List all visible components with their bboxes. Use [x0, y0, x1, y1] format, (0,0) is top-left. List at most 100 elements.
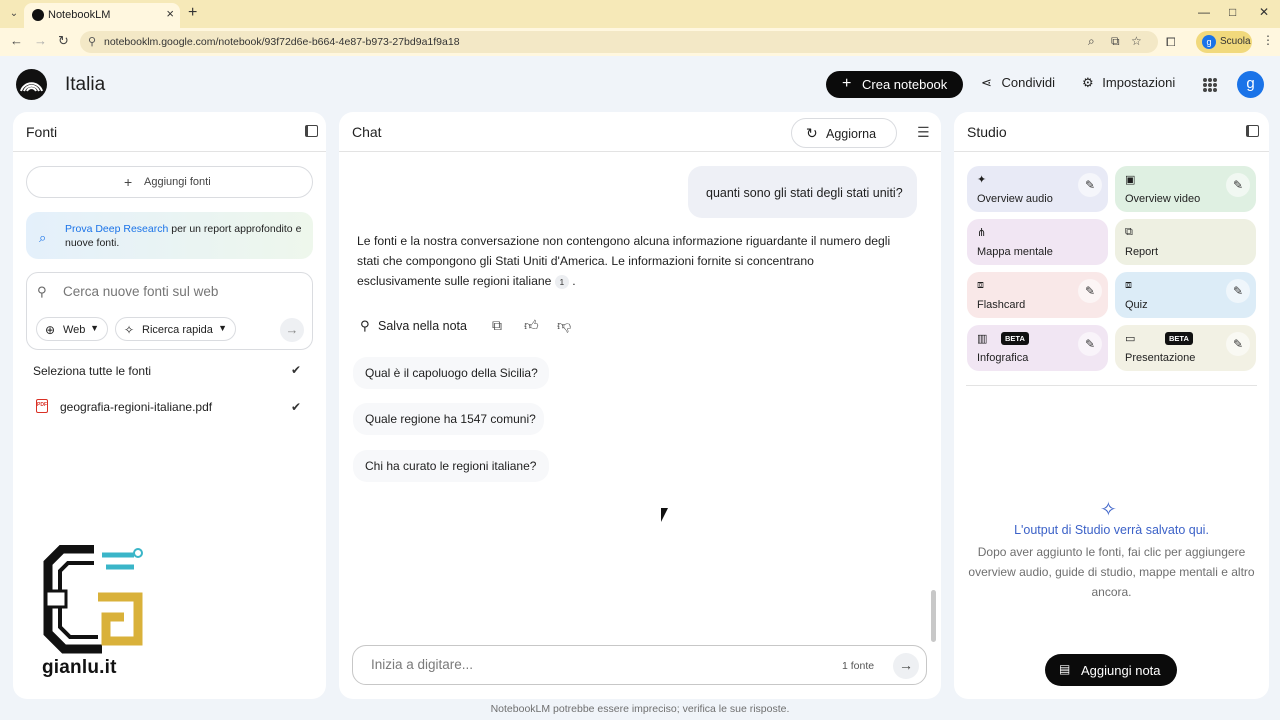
- send-button[interactable]: →: [893, 653, 919, 679]
- collapse-panel-icon[interactable]: [1246, 125, 1259, 137]
- share-button[interactable]: ⋖ Condividi: [981, 75, 1055, 91]
- chevron-down-icon: ▼: [218, 323, 227, 333]
- refresh-button[interactable]: ↻ Aggiorna: [791, 118, 897, 148]
- studio-empty-title: L'output di Studio verrà salvato qui.: [1014, 523, 1209, 537]
- presentation-icon: ▭: [1125, 333, 1136, 345]
- chat-header: Chat ↻ Aggiorna ☰: [339, 112, 941, 152]
- plus-icon: +: [124, 174, 133, 190]
- search-mode-dropdown[interactable]: ✧ Ricerca rapida ▼: [115, 317, 236, 341]
- chat-composer: 1 fonte →: [352, 645, 927, 685]
- apps-grid-icon[interactable]: [1203, 78, 1217, 92]
- browser-tabstrip: ⌄ NotebookLM × + — □ ✕: [0, 0, 1280, 28]
- tab-search-icon[interactable]: ⌄: [6, 6, 22, 22]
- citation-badge[interactable]: 1: [554, 274, 569, 289]
- edit-pencil-icon[interactable]: ✎: [1078, 173, 1102, 197]
- refresh-label: Aggiorna: [826, 127, 877, 141]
- studio-title: Studio: [967, 124, 1007, 140]
- tile-label: Overview video: [1125, 193, 1201, 205]
- tile-label: Report: [1125, 246, 1159, 258]
- audio-waveform-icon: ✦: [977, 174, 987, 186]
- suggested-question[interactable]: Qual è il capoluogo della Sicilia?: [353, 357, 549, 389]
- chat-title: Chat: [352, 124, 382, 140]
- browser-menu-icon[interactable]: ⋮: [1262, 33, 1274, 47]
- chat-input[interactable]: [371, 657, 811, 672]
- maximize-window-icon[interactable]: □: [1229, 5, 1236, 19]
- save-to-note-button[interactable]: ⚲ Salva nella nota: [353, 312, 476, 340]
- edit-pencil-icon[interactable]: ✎: [1078, 332, 1102, 356]
- studio-tile-overview-video[interactable]: ▣ Overview video ✎: [1115, 166, 1256, 212]
- edit-pencil-icon[interactable]: ✎: [1226, 279, 1250, 303]
- suggested-question[interactable]: Quale regione ha 1547 comuni?: [353, 403, 544, 435]
- pin-icon: ⚲: [360, 318, 370, 333]
- create-notebook-button[interactable]: + Crea notebook: [826, 71, 963, 98]
- chat-panel: Chat ↻ Aggiorna ☰ quanti sono gli stati …: [339, 112, 941, 699]
- user-message: quanti sono gli stati degli stati uniti?: [688, 166, 917, 218]
- search-mode-label: Ricerca rapida: [142, 324, 213, 336]
- chat-settings-icon[interactable]: ☰: [917, 124, 930, 141]
- back-icon[interactable]: ←: [10, 33, 23, 48]
- edit-pencil-icon[interactable]: ✎: [1078, 279, 1102, 303]
- select-all-label: Seleziona tutte le fonti: [33, 364, 152, 378]
- browser-tab[interactable]: NotebookLM ×: [24, 3, 180, 28]
- studio-tile-infographic[interactable]: ▥ BETA Infografica ✎: [967, 325, 1108, 371]
- studio-tile-flashcard[interactable]: ⧈ Flashcard ✎: [967, 272, 1108, 318]
- quiz-icon: ⧈: [1125, 279, 1132, 291]
- copy-icon[interactable]: ⧉: [492, 317, 502, 334]
- deep-research-link[interactable]: Prova Deep Research: [65, 223, 168, 235]
- source-item-name[interactable]: geografia-regioni-italiane.pdf: [60, 400, 212, 414]
- sources-title: Fonti: [26, 124, 58, 140]
- zoom-icon[interactable]: ⌕: [1088, 34, 1095, 49]
- globe-icon: ⊕: [45, 323, 56, 337]
- tile-label: Quiz: [1125, 299, 1148, 311]
- note-icon: ▤: [1059, 662, 1071, 676]
- tile-label: Infografica: [977, 352, 1029, 364]
- add-sources-button[interactable]: + Aggiungi fonti: [26, 166, 313, 198]
- bookmark-star-icon[interactable]: ☆: [1131, 34, 1142, 48]
- add-note-button[interactable]: ▤ Aggiungi nota: [1045, 654, 1177, 686]
- gianlu-watermark-logo: gianlu.it: [42, 544, 150, 683]
- extensions-icon[interactable]: ⧠: [1166, 35, 1176, 50]
- suggested-question[interactable]: Chi ha curato le regioni italiane?: [353, 450, 549, 482]
- chevron-down-icon: ▼: [90, 323, 99, 333]
- search-submit-button[interactable]: →: [280, 318, 304, 342]
- thumbs-up-icon[interactable]: 👍︎: [524, 317, 539, 334]
- share-icon: ⋖: [981, 75, 992, 90]
- web-search-input[interactable]: [63, 284, 293, 299]
- divider: [966, 385, 1257, 386]
- forward-icon[interactable]: →: [34, 33, 47, 48]
- studio-tile-quiz[interactable]: ⧈ Quiz ✎: [1115, 272, 1256, 318]
- edit-pencil-icon[interactable]: ✎: [1226, 332, 1250, 356]
- deep-research-text: Prova Deep Research per un report approf…: [65, 222, 305, 250]
- cast-icon[interactable]: ⧉: [1111, 34, 1120, 49]
- source-item-checkbox[interactable]: ✔: [289, 400, 303, 414]
- studio-tile-overview-audio[interactable]: ✦ Overview audio ✎: [967, 166, 1108, 212]
- assistant-answer: Le fonti e la nostra conversazione non c…: [357, 231, 897, 291]
- deep-research-banner[interactable]: ⌕ Prova Deep Research per un report appr…: [26, 212, 313, 259]
- reload-icon[interactable]: ↻: [58, 33, 69, 49]
- account-avatar[interactable]: g: [1237, 71, 1264, 98]
- thumbs-down-icon[interactable]: 👎︎: [557, 317, 571, 334]
- source-type-label: Web: [63, 324, 86, 336]
- source-type-dropdown[interactable]: ⊕ Web ▼: [36, 317, 108, 341]
- settings-button[interactable]: ⚙ Impostazioni: [1082, 75, 1175, 91]
- collapse-panel-icon[interactable]: [305, 125, 318, 137]
- edit-pencil-icon[interactable]: ✎: [1226, 173, 1250, 197]
- sparkle-search-icon: ✧: [124, 323, 135, 337]
- notebooklm-logo-icon[interactable]: [16, 69, 47, 100]
- browser-profile[interactable]: g Scuola: [1196, 31, 1252, 53]
- studio-tile-presentation[interactable]: ▭ BETA Presentazione ✎: [1115, 325, 1256, 371]
- notebook-title[interactable]: Italia: [65, 74, 105, 96]
- site-info-icon[interactable]: ⚲: [88, 35, 96, 48]
- studio-tile-report[interactable]: ⧉ Report: [1115, 219, 1256, 265]
- flashcard-icon: ⧈: [977, 279, 984, 291]
- new-tab-icon[interactable]: +: [188, 4, 197, 22]
- address-bar[interactable]: ⚲ notebooklm.google.com/notebook/93f72d6…: [80, 31, 1158, 53]
- studio-tile-mind-map[interactable]: ⋔ Mappa mentale: [967, 219, 1108, 265]
- select-all-checkbox[interactable]: ✔: [289, 363, 303, 377]
- close-window-icon[interactable]: ✕: [1259, 5, 1269, 19]
- chat-scrollbar[interactable]: [931, 590, 936, 642]
- minimize-window-icon[interactable]: —: [1198, 5, 1210, 19]
- close-tab-icon[interactable]: ×: [166, 6, 174, 21]
- create-notebook-label: Crea notebook: [862, 77, 948, 92]
- tile-label: Presentazione: [1125, 352, 1196, 364]
